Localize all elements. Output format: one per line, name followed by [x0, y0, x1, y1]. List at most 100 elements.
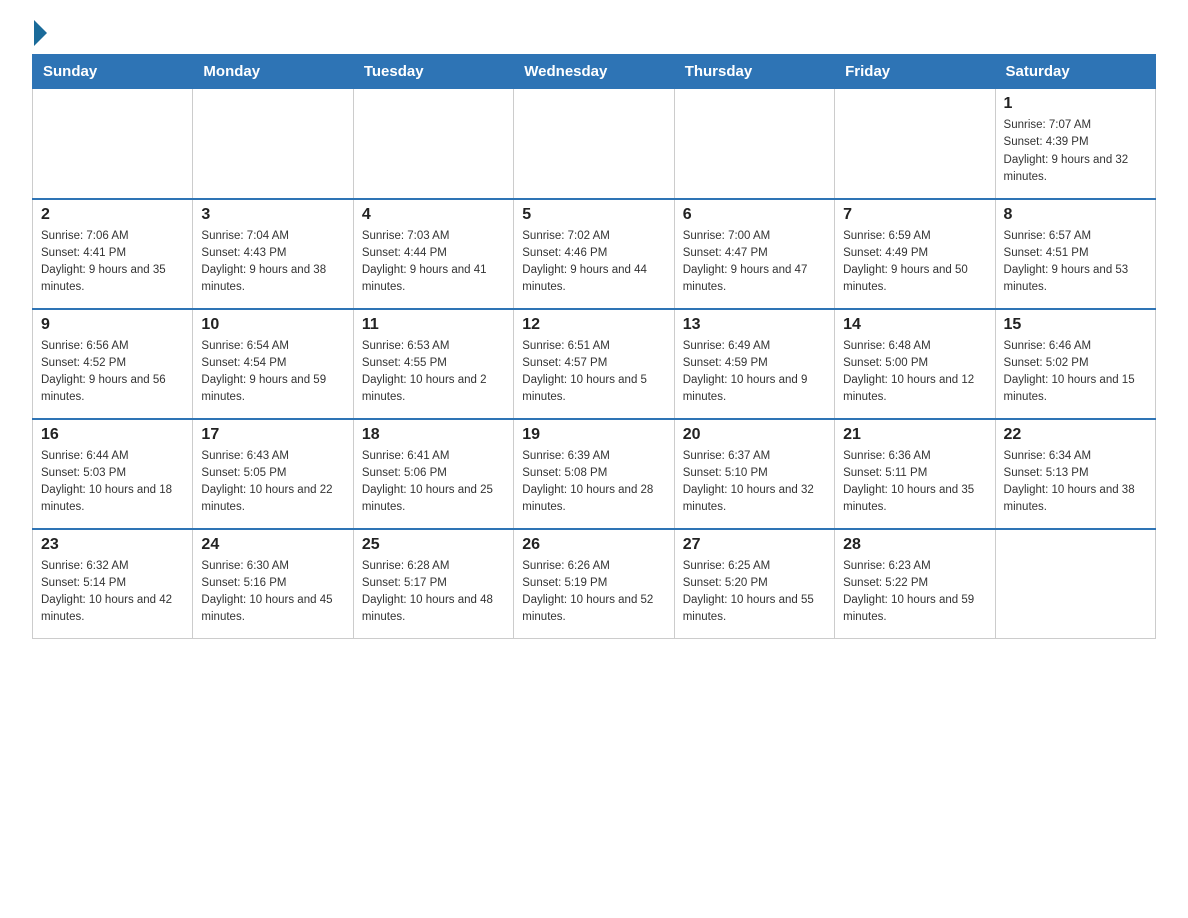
calendar-cell: 1Sunrise: 7:07 AMSunset: 4:39 PMDaylight… — [995, 89, 1155, 199]
calendar-cell: 17 Sunrise: 6:43 AMSunset: 5:05 PMDayligh… — [193, 419, 353, 529]
calendar-cell: 15 Sunrise: 6:46 AMSunset: 5:02 PMDayligh… — [995, 309, 1155, 419]
day-number: 13 — [683, 316, 826, 334]
day-number: 15 — [1004, 316, 1147, 334]
day-number: 3 — [201, 206, 344, 224]
calendar-cell: 8 Sunrise: 6:57 AMSunset: 4:51 PMDaylight… — [995, 199, 1155, 309]
day-number: 23 — [41, 536, 184, 554]
day-info: Sunrise: 6:23 AMSunset: 5:22 PMDaylight:… — [843, 558, 986, 627]
calendar-cell: 18 Sunrise: 6:41 AMSunset: 5:06 PMDayligh… — [353, 419, 513, 529]
day-number: 16 — [41, 426, 184, 444]
day-info: Sunrise: 6:51 AMSunset: 4:57 PMDaylight:… — [522, 338, 665, 407]
calendar-cell: 25 Sunrise: 6:28 AMSunset: 5:17 PMDayligh… — [353, 529, 513, 639]
day-info: Sunrise: 6:32 AMSunset: 5:14 PMDaylight:… — [41, 558, 184, 627]
calendar-cell: 12 Sunrise: 6:51 AMSunset: 4:57 PMDayligh… — [514, 309, 674, 419]
day-info: Sunrise: 6:56 AMSunset: 4:52 PMDaylight:… — [41, 338, 184, 407]
calendar-cell — [33, 89, 193, 199]
day-of-week-header: Friday — [835, 55, 995, 89]
day-info: Sunrise: 6:25 AMSunset: 5:20 PMDaylight:… — [683, 558, 826, 627]
day-info: Sunrise: 7:03 AMSunset: 4:44 PMDaylight:… — [362, 228, 505, 297]
day-number: 11 — [362, 316, 505, 334]
day-info: Sunrise: 6:26 AMSunset: 5:19 PMDaylight:… — [522, 558, 665, 627]
calendar-cell: 19 Sunrise: 6:39 AMSunset: 5:08 PMDayligh… — [514, 419, 674, 529]
day-number: 10 — [201, 316, 344, 334]
day-of-week-header: Saturday — [995, 55, 1155, 89]
calendar-cell: 2 Sunrise: 7:06 AMSunset: 4:41 PMDaylight… — [33, 199, 193, 309]
calendar-cell — [995, 529, 1155, 639]
day-info: Sunrise: 6:30 AMSunset: 5:16 PMDaylight:… — [201, 558, 344, 627]
day-info: Sunrise: 6:48 AMSunset: 5:00 PMDaylight:… — [843, 338, 986, 407]
day-info: Sunrise: 6:28 AMSunset: 5:17 PMDaylight:… — [362, 558, 505, 627]
day-number: 28 — [843, 536, 986, 554]
day-info: Sunrise: 6:34 AMSunset: 5:13 PMDaylight:… — [1004, 448, 1147, 517]
day-of-week-header: Monday — [193, 55, 353, 89]
day-info: Sunrise: 6:54 AMSunset: 4:54 PMDaylight:… — [201, 338, 344, 407]
day-number: 9 — [41, 316, 184, 334]
day-number: 24 — [201, 536, 344, 554]
calendar-header-row: SundayMondayTuesdayWednesdayThursdayFrid… — [33, 55, 1156, 89]
calendar-cell: 28 Sunrise: 6:23 AMSunset: 5:22 PMDayligh… — [835, 529, 995, 639]
day-number: 26 — [522, 536, 665, 554]
calendar-cell: 4 Sunrise: 7:03 AMSunset: 4:44 PMDaylight… — [353, 199, 513, 309]
day-info: Sunrise: 6:43 AMSunset: 5:05 PMDaylight:… — [201, 448, 344, 517]
day-number: 14 — [843, 316, 986, 334]
calendar-cell: 27 Sunrise: 6:25 AMSunset: 5:20 PMDayligh… — [674, 529, 834, 639]
logo-triangle-icon — [34, 20, 47, 46]
calendar-cell: 5 Sunrise: 7:02 AMSunset: 4:46 PMDaylight… — [514, 199, 674, 309]
day-number: 4 — [362, 206, 505, 224]
calendar-cell — [193, 89, 353, 199]
day-of-week-header: Thursday — [674, 55, 834, 89]
calendar-cell: 7 Sunrise: 6:59 AMSunset: 4:49 PMDaylight… — [835, 199, 995, 309]
day-number: 25 — [362, 536, 505, 554]
day-info: Sunrise: 6:49 AMSunset: 4:59 PMDaylight:… — [683, 338, 826, 407]
calendar-cell: 11 Sunrise: 6:53 AMSunset: 4:55 PMDayligh… — [353, 309, 513, 419]
calendar-cell: 13 Sunrise: 6:49 AMSunset: 4:59 PMDayligh… — [674, 309, 834, 419]
calendar-cell: 3 Sunrise: 7:04 AMSunset: 4:43 PMDaylight… — [193, 199, 353, 309]
day-info: Sunrise: 7:00 AMSunset: 4:47 PMDaylight:… — [683, 228, 826, 297]
calendar-cell — [835, 89, 995, 199]
day-number: 20 — [683, 426, 826, 444]
calendar-cell — [514, 89, 674, 199]
calendar-cell: 21 Sunrise: 6:36 AMSunset: 5:11 PMDayligh… — [835, 419, 995, 529]
calendar-cell: 22 Sunrise: 6:34 AMSunset: 5:13 PMDayligh… — [995, 419, 1155, 529]
day-number: 19 — [522, 426, 665, 444]
day-info: Sunrise: 7:02 AMSunset: 4:46 PMDaylight:… — [522, 228, 665, 297]
day-info: Sunrise: 6:41 AMSunset: 5:06 PMDaylight:… — [362, 448, 505, 517]
calendar-week-row: 16 Sunrise: 6:44 AMSunset: 5:03 PMDayligh… — [33, 419, 1156, 529]
day-number: 18 — [362, 426, 505, 444]
day-number: 7 — [843, 206, 986, 224]
day-number: 6 — [683, 206, 826, 224]
day-of-week-header: Wednesday — [514, 55, 674, 89]
calendar-week-row: 9 Sunrise: 6:56 AMSunset: 4:52 PMDaylight… — [33, 309, 1156, 419]
day-info: Sunrise: 6:59 AMSunset: 4:49 PMDaylight:… — [843, 228, 986, 297]
calendar-cell: 6 Sunrise: 7:00 AMSunset: 4:47 PMDaylight… — [674, 199, 834, 309]
day-info: Sunrise: 6:36 AMSunset: 5:11 PMDaylight:… — [843, 448, 986, 517]
day-info: Sunrise: 7:07 AMSunset: 4:39 PMDaylight:… — [1004, 117, 1147, 186]
day-info: Sunrise: 6:46 AMSunset: 5:02 PMDaylight:… — [1004, 338, 1147, 407]
calendar-cell: 9 Sunrise: 6:56 AMSunset: 4:52 PMDaylight… — [33, 309, 193, 419]
day-info: Sunrise: 6:44 AMSunset: 5:03 PMDaylight:… — [41, 448, 184, 517]
day-number: 21 — [843, 426, 986, 444]
day-number: 12 — [522, 316, 665, 334]
calendar-week-row: 23 Sunrise: 6:32 AMSunset: 5:14 PMDayligh… — [33, 529, 1156, 639]
day-of-week-header: Tuesday — [353, 55, 513, 89]
day-number: 22 — [1004, 426, 1147, 444]
day-info: Sunrise: 7:06 AMSunset: 4:41 PMDaylight:… — [41, 228, 184, 297]
day-number: 8 — [1004, 206, 1147, 224]
calendar-week-row: 2 Sunrise: 7:06 AMSunset: 4:41 PMDaylight… — [33, 199, 1156, 309]
calendar-cell: 26 Sunrise: 6:26 AMSunset: 5:19 PMDayligh… — [514, 529, 674, 639]
calendar-cell — [674, 89, 834, 199]
day-number: 2 — [41, 206, 184, 224]
logo — [32, 24, 47, 42]
day-number: 27 — [683, 536, 826, 554]
day-info: Sunrise: 6:53 AMSunset: 4:55 PMDaylight:… — [362, 338, 505, 407]
day-number: 5 — [522, 206, 665, 224]
calendar-table: SundayMondayTuesdayWednesdayThursdayFrid… — [32, 54, 1156, 639]
day-number: 17 — [201, 426, 344, 444]
calendar-cell: 16 Sunrise: 6:44 AMSunset: 5:03 PMDayligh… — [33, 419, 193, 529]
day-info: Sunrise: 6:39 AMSunset: 5:08 PMDaylight:… — [522, 448, 665, 517]
day-info: Sunrise: 6:57 AMSunset: 4:51 PMDaylight:… — [1004, 228, 1147, 297]
day-of-week-header: Sunday — [33, 55, 193, 89]
day-info: Sunrise: 7:04 AMSunset: 4:43 PMDaylight:… — [201, 228, 344, 297]
calendar-week-row: 1Sunrise: 7:07 AMSunset: 4:39 PMDaylight… — [33, 89, 1156, 199]
calendar-cell — [353, 89, 513, 199]
